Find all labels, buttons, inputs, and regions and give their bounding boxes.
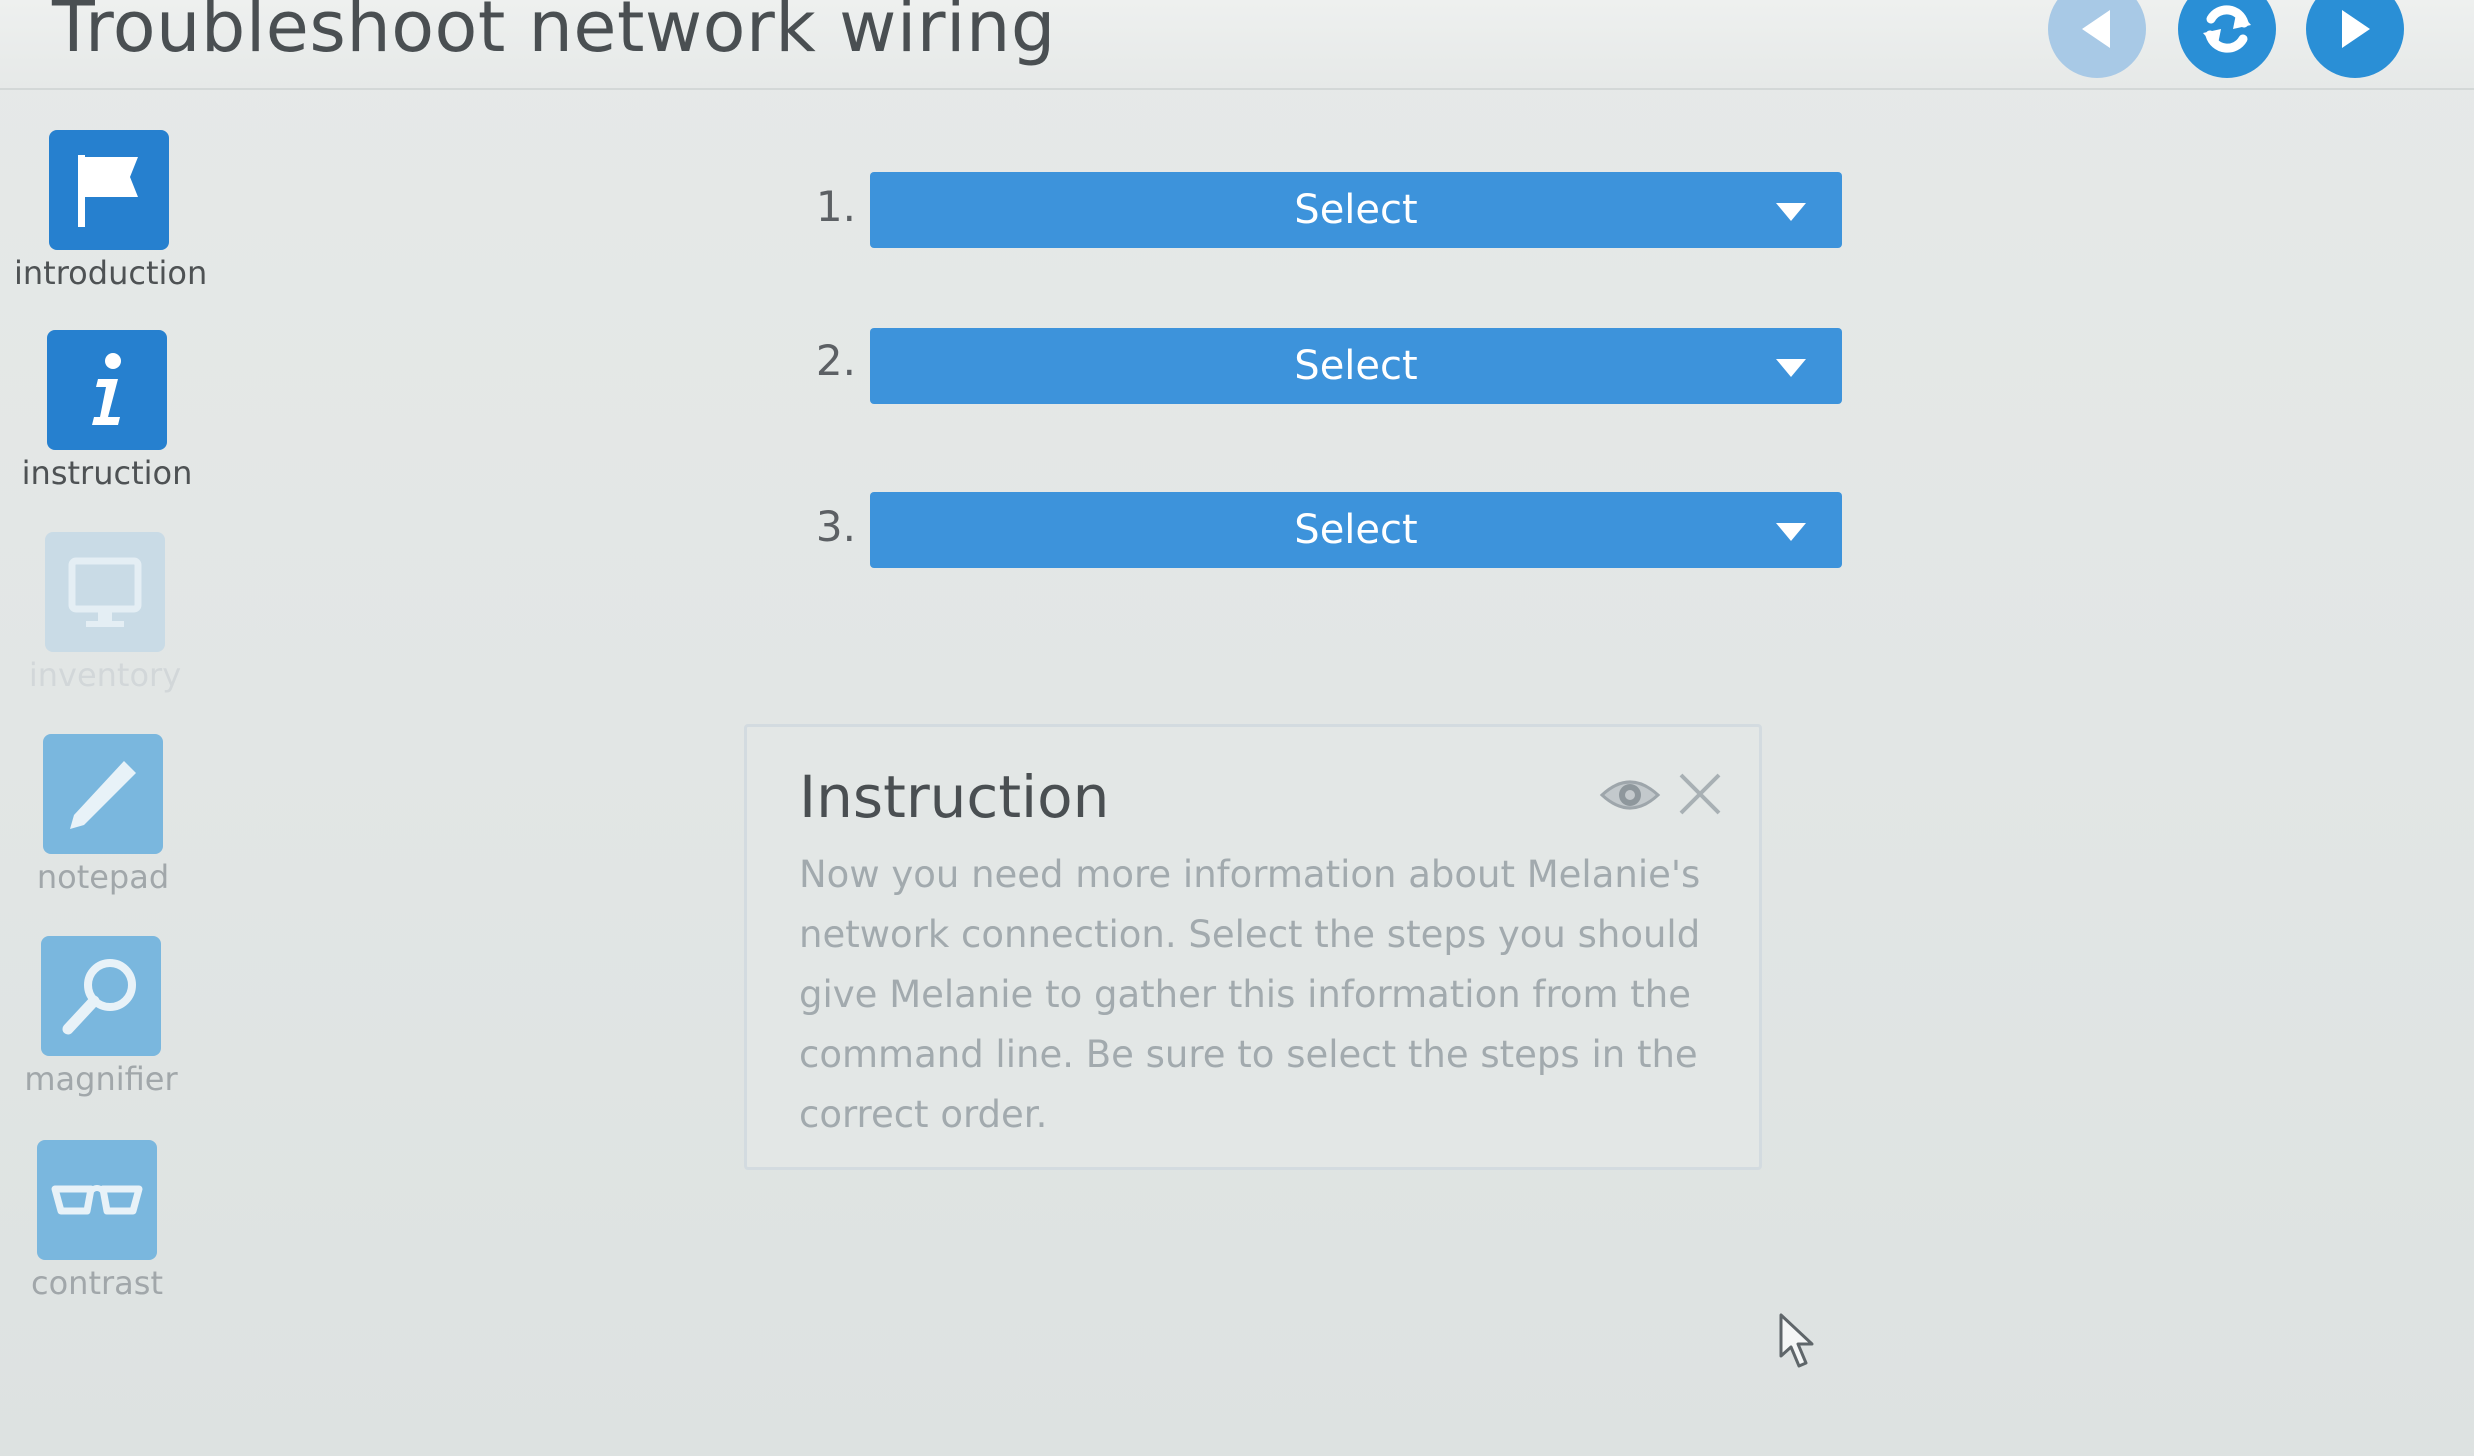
- eye-icon[interactable]: [1599, 773, 1661, 817]
- sidebar-item-label: introduction: [14, 254, 208, 292]
- pencil-icon: [70, 761, 136, 829]
- select-value: Select: [1294, 507, 1418, 553]
- step-2-select[interactable]: Select: [870, 328, 1842, 404]
- sidebar-item-contrast[interactable]: contrast: [2, 1140, 192, 1302]
- sidebar-item-label: inventory: [28, 656, 182, 694]
- step-3-select[interactable]: Select: [870, 492, 1842, 568]
- caret-down-icon: [1776, 203, 1806, 221]
- sidebar-item-label: notepad: [36, 858, 170, 896]
- sidebar-item-label: magnifier: [24, 1060, 178, 1098]
- mouse-cursor-icon: [1779, 1313, 1814, 1368]
- step-number: 1.: [815, 182, 856, 231]
- notepad-tile: [43, 734, 163, 854]
- page-title: Troubleshoot network wiring: [52, 0, 1056, 68]
- close-icon[interactable]: [1675, 769, 1725, 819]
- refresh-icon: [2203, 5, 2251, 53]
- top-bar: Troubleshoot network wiring: [0, 0, 2474, 90]
- sidebar-item-label: contrast: [31, 1264, 163, 1302]
- previous-button[interactable]: [2048, 0, 2146, 78]
- info-icon: [92, 353, 121, 425]
- instruction-panel: Instruction Now you need more informatio…: [744, 724, 1762, 1170]
- magnifier-tile: [41, 936, 161, 1056]
- magnifier-icon: [62, 959, 136, 1035]
- instruction-title: Instruction: [799, 763, 1110, 831]
- contrast-tile: [37, 1140, 157, 1260]
- next-button[interactable]: [2306, 0, 2404, 78]
- instruction-tile: [47, 330, 167, 450]
- triangle-right-icon: [2342, 10, 2370, 48]
- caret-down-icon: [1776, 359, 1806, 377]
- triangle-left-icon: [2082, 10, 2110, 48]
- caret-down-icon: [1776, 523, 1806, 541]
- select-value: Select: [1294, 343, 1418, 389]
- glasses-icon: [51, 1185, 143, 1215]
- step-number: 2.: [815, 336, 856, 385]
- step-1-select[interactable]: Select: [870, 172, 1842, 248]
- introduction-tile: [49, 130, 169, 250]
- sidebar-item-introduction[interactable]: introduction: [14, 130, 208, 292]
- flag-icon: [78, 155, 138, 227]
- sidebar-item-label: instruction: [21, 454, 193, 492]
- sidebar-item-instruction[interactable]: instruction: [12, 330, 202, 492]
- sidebar-item-magnifier[interactable]: magnifier: [6, 936, 196, 1098]
- instruction-text: Now you need more information about Mela…: [799, 853, 1701, 1136]
- select-value: Select: [1294, 187, 1418, 233]
- monitor-icon: [68, 557, 142, 627]
- inventory-tile: [45, 532, 165, 652]
- sidebar-item-notepad[interactable]: notepad: [8, 734, 198, 896]
- sidebar-item-inventory: inventory: [10, 532, 200, 694]
- reload-button[interactable]: [2178, 0, 2276, 78]
- step-number: 3.: [815, 502, 856, 551]
